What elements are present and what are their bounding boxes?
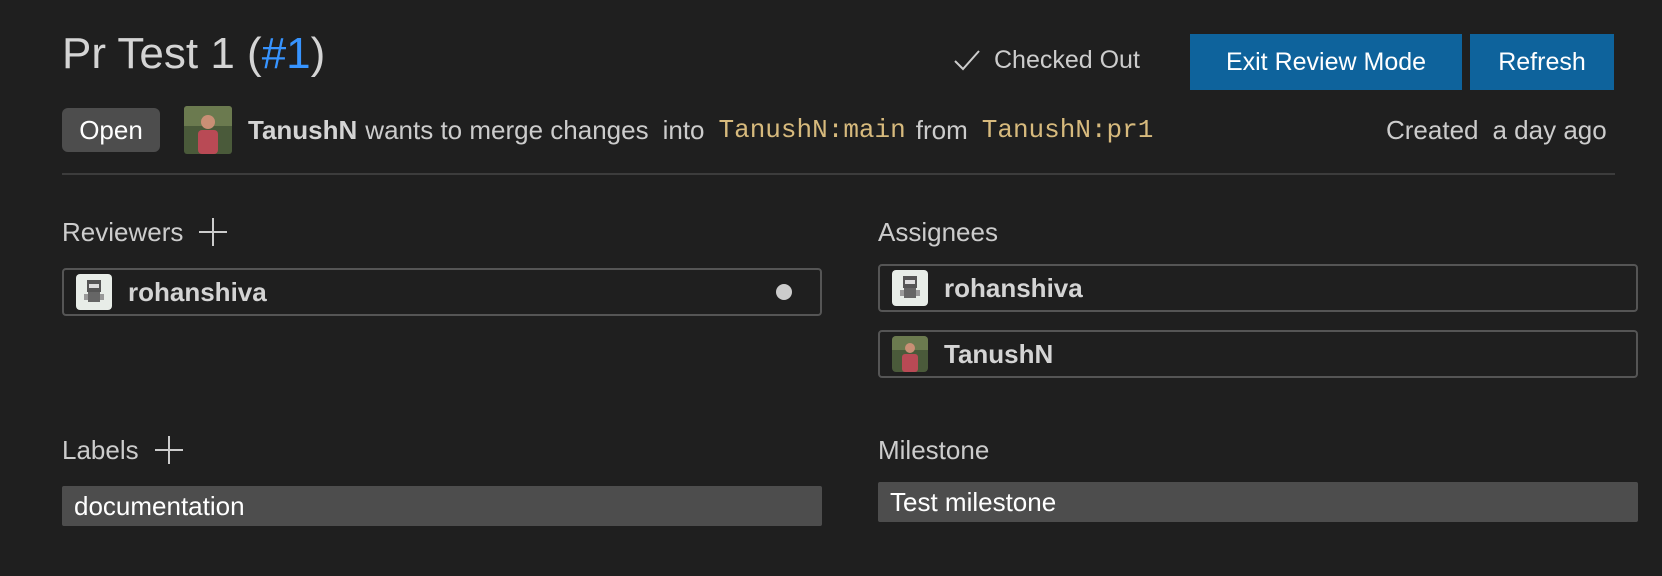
reviewers-header: Reviewers (62, 214, 228, 250)
labels-heading: Labels (62, 434, 139, 465)
checked-out-status: Checked Out (952, 40, 1140, 80)
author-avatar-image (184, 106, 232, 154)
header-divider (62, 173, 1615, 175)
status-badge: Open (62, 108, 160, 152)
milestone-header: Milestone (878, 432, 989, 468)
labels-header: Labels (62, 432, 183, 468)
author-avatar[interactable] (184, 106, 232, 154)
created-time: a day ago (1492, 114, 1607, 145)
author-name[interactable]: TanushN (248, 115, 357, 146)
add-reviewer-plus-icon[interactable] (199, 218, 228, 246)
assignee-name[interactable]: TanushN (944, 339, 1636, 370)
target-branch: TanushN:main (718, 115, 906, 145)
assignees-header: Assignees (878, 214, 998, 250)
pr-title-text: Pr Test 1 ( (62, 29, 262, 78)
reviewer-avatar-image (76, 274, 112, 310)
check-icon (954, 50, 980, 71)
reviewer-avatar[interactable] (76, 274, 112, 310)
assignee-item: rohanshiva (878, 264, 1638, 312)
review-pending-dot-icon (776, 284, 792, 300)
reviewer-item: rohanshiva (62, 268, 822, 316)
reviewers-heading: Reviewers (62, 216, 184, 247)
assignee-item: TanushN (878, 330, 1638, 378)
into-label: into (662, 114, 705, 145)
label-tag[interactable]: documentation (62, 486, 822, 526)
from-label: from (915, 114, 968, 145)
exit-review-mode-button[interactable]: Exit Review Mode (1190, 34, 1462, 90)
created-info: Created a day ago (1386, 110, 1607, 150)
assignee-name[interactable]: rohanshiva (944, 273, 1636, 304)
merge-description: TanushN wants to merge changes into Tanu… (248, 110, 1163, 150)
reviewer-name[interactable]: rohanshiva (128, 277, 776, 308)
refresh-button[interactable]: Refresh (1470, 34, 1614, 90)
milestone-heading: Milestone (878, 434, 990, 465)
add-label-plus-icon[interactable] (154, 436, 183, 464)
pr-title: Pr Test 1 (#1) (62, 26, 325, 82)
pr-number-link[interactable]: #1 (262, 29, 311, 78)
assignee-avatar-image (892, 336, 928, 372)
created-label: Created (1386, 114, 1479, 145)
checked-out-label: Checked Out (994, 45, 1140, 74)
merge-text: wants to merge changes (365, 114, 649, 145)
assignee-avatar[interactable] (892, 336, 928, 372)
assignee-avatar-image (892, 270, 928, 306)
assignees-heading: Assignees (878, 216, 998, 247)
assignee-avatar[interactable] (892, 270, 928, 306)
source-branch: TanushN:pr1 (981, 115, 1154, 145)
milestone-tag[interactable]: Test milestone (878, 482, 1638, 522)
pr-title-suffix: ) (310, 29, 326, 78)
